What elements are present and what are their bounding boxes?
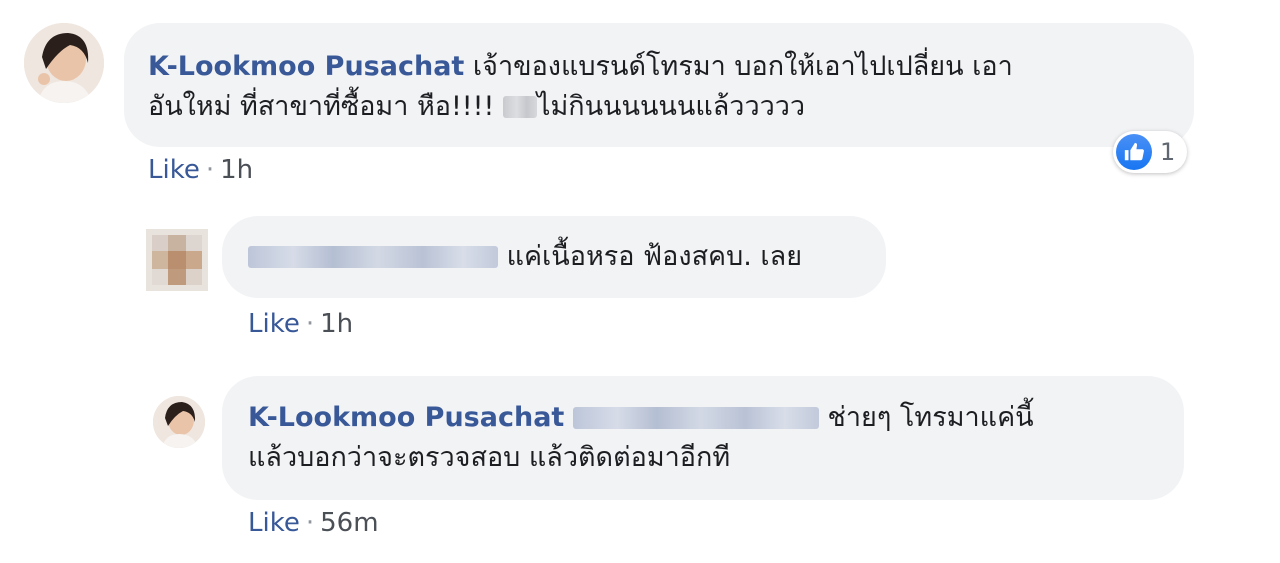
comment-line: K-Lookmoo Pusachat เจ้าของแบรนด์โทรมา บอ… [148, 47, 1164, 87]
comment-line: แล้วบอกว่าจะตรวจสอบ แล้วติดต่อมาอีกที [248, 438, 1160, 478]
comment-text: แค่เนื้อหรอ ฟ้องสคบ. เลย [506, 241, 803, 272]
comment-text: ช่ายๆ โทรมาแค่นี้ [827, 402, 1034, 433]
comment-bubble: K-Lookmoo Pusachat เจ้าของแบรนด์โทรมา บอ… [124, 23, 1194, 147]
redacted-mention [502, 96, 537, 118]
comment-actions: Like · 1h [148, 155, 253, 185]
reaction-badge[interactable]: 1 [1113, 131, 1188, 173]
separator-dot: · [305, 508, 315, 538]
commenter-avatar[interactable] [24, 23, 104, 103]
thumbs-up-icon [1116, 134, 1152, 170]
redacted-author-name[interactable] [248, 246, 498, 268]
comment-line: K-Lookmoo Pusachat ช่ายๆ โทรมาแค่นี้ [248, 398, 1160, 438]
separator-dot: · [305, 309, 315, 339]
comment-actions: Like · 1h [248, 309, 353, 339]
timestamp[interactable]: 56m [320, 508, 378, 538]
avatar-photo [24, 23, 104, 103]
blurred-avatar[interactable] [146, 229, 208, 291]
redacted-mention[interactable] [572, 407, 819, 429]
like-link[interactable]: Like [148, 155, 200, 185]
separator-dot: · [205, 155, 215, 185]
like-link[interactable]: Like [248, 508, 300, 538]
reaction-count: 1 [1160, 138, 1176, 166]
comment-text: อันใหม่ ที่สาขาที่ซื้อมา หือ!!!! [148, 91, 495, 122]
avatar-photo [153, 396, 205, 448]
comment-actions: Like · 56m [248, 508, 379, 538]
comment-text: แล้วบอกว่าจะตรวจสอบ แล้วติดต่อมาอีกที [248, 442, 731, 473]
comment-line: แค่เนื้อหรอ ฟ้องสคบ. เลย [248, 237, 862, 277]
timestamp[interactable]: 1h [220, 155, 253, 185]
comment-text: เจ้าของแบรนด์โทรมา บอกให้เอาไปเปลี่ยน เอ… [472, 51, 1013, 82]
timestamp[interactable]: 1h [320, 309, 353, 339]
like-link[interactable]: Like [248, 309, 300, 339]
comment-bubble: แค่เนื้อหรอ ฟ้องสคบ. เลย [222, 216, 886, 298]
comment-bubble: K-Lookmoo Pusachat ช่ายๆ โทรมาแค่นี้ แล้… [222, 376, 1184, 500]
avatar-photo [146, 229, 208, 291]
commenter-avatar[interactable] [153, 396, 205, 448]
author-name[interactable]: K-Lookmoo Pusachat [148, 51, 464, 82]
comment-thread: K-Lookmoo Pusachat เจ้าของแบรนด์โทรมา บอ… [0, 0, 1280, 563]
author-name[interactable]: K-Lookmoo Pusachat [248, 402, 564, 433]
comment-text: ไม่กินนนนนนแล้ววววว [536, 91, 806, 122]
comment-line: อันใหม่ ที่สาขาที่ซื้อมา หือ!!!! ไม่กินน… [148, 87, 1164, 127]
